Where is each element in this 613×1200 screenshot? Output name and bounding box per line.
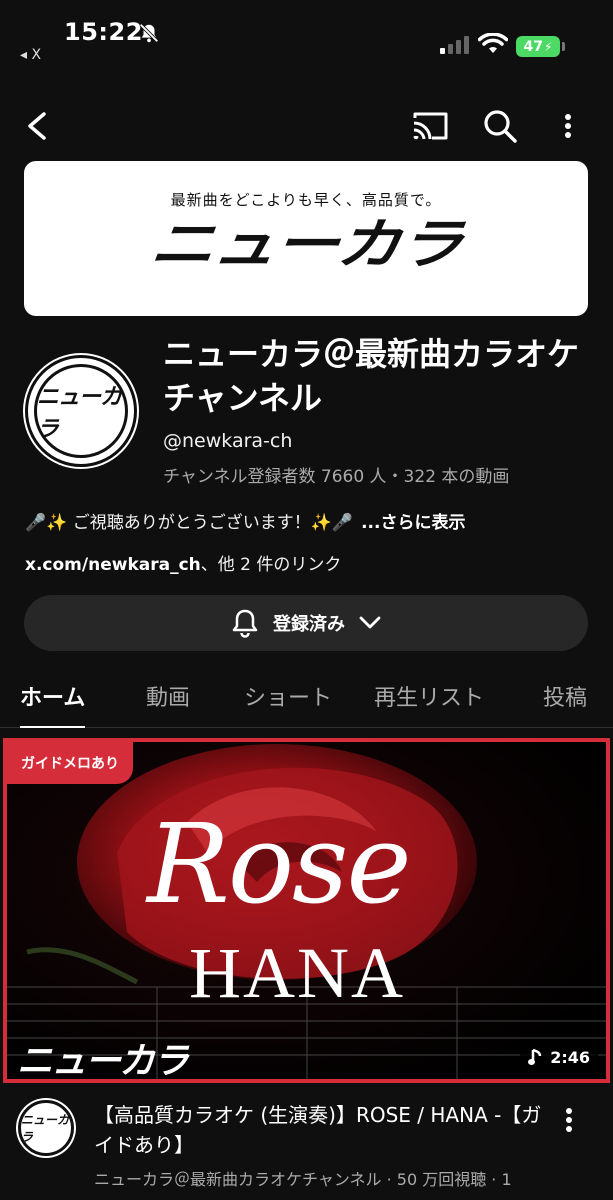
channel-handle: @newkara-ch [163,430,293,452]
subscribed-label: 登録済み [273,614,345,635]
video-title[interactable]: 【高品質カラオケ (生演奏)】ROSE / HANA -【ガイドあり】 [94,1100,544,1160]
video-meta: ニューカラ＠最新曲カラオケチャンネル · 50 万回視聴 · 1 [94,1170,512,1189]
video-duration: 2:46 [520,1043,598,1071]
music-note-icon [528,1048,542,1065]
signal-icon [440,36,469,54]
wifi-icon [478,33,508,53]
tab-shorts[interactable]: ショート [244,680,332,728]
channel-banner: 最新曲をどこよりも早く、高品質で。 ニューカラ [24,161,588,316]
tab-posts[interactable]: 投稿 [543,680,587,728]
search-icon[interactable] [482,108,518,144]
tab-videos[interactable]: 動画 [146,680,190,728]
video-channel-avatar[interactable]: ニューカラ [18,1100,74,1156]
channel-description[interactable]: 🎤✨ ご視聴ありがとうございます！✨🎤 ...さらに表示 [25,508,465,533]
channel-avatar[interactable]: ニューカラ [25,355,137,467]
battery-level: 47 [523,38,544,55]
avatar-logo: ニューカラ [34,364,128,458]
duration-text: 2:46 [550,1047,590,1067]
tab-home[interactable]: ホーム [20,680,86,728]
guide-melody-badge: ガイドメロあり [7,742,133,784]
more-vert-icon[interactable] [558,110,578,142]
description-more-link[interactable]: ...さらに表示 [361,508,465,533]
channel-links[interactable]: x.com/newkara_ch、他 2 件のリンク [25,550,341,575]
channel-stats: チャンネル登録者数 7660 人・322 本の動画 [163,467,510,487]
channel-tabs: ホーム 動画 ショート 再生リスト 投稿 [0,680,613,728]
thumbnail-song-title: Rose [147,800,412,928]
thumbnail-logo: ニューカラ [17,1041,189,1082]
cast-icon[interactable] [410,110,450,142]
thumbnail-artist: HANA [189,933,405,1013]
description-text: 🎤✨ ご視聴ありがとうございます！✨🎤 [25,513,354,533]
video-thumbnail[interactable]: ガイドメロあり Rose HANA ニューカラ 2:46 [3,738,610,1083]
back-arrow-icon[interactable] [24,110,50,142]
subscribed-button[interactable]: 登録済み [24,595,588,651]
video-more-icon[interactable] [560,1104,578,1136]
tab-playlists[interactable]: 再生リスト [374,680,484,728]
battery-indicator: 47 ⚡ [516,36,565,57]
bell-icon [232,609,258,638]
banner-logo: ニューカラ [147,213,465,277]
link-rest: 、他 2 件のリンク [200,555,342,575]
back-to-app-link[interactable]: ◂ X [20,47,41,63]
bell-off-icon [139,23,159,43]
charging-bolt-icon: ⚡ [544,39,553,54]
channel-name: ニューカラ＠最新曲カラオケチャンネル [163,335,580,417]
banner-tagline: 最新曲をどこよりも早く、高品質で。 [170,191,442,209]
link-url[interactable]: x.com/newkara_ch [25,555,201,575]
chevron-down-icon [359,616,381,629]
status-time: 15:22 [64,18,143,46]
